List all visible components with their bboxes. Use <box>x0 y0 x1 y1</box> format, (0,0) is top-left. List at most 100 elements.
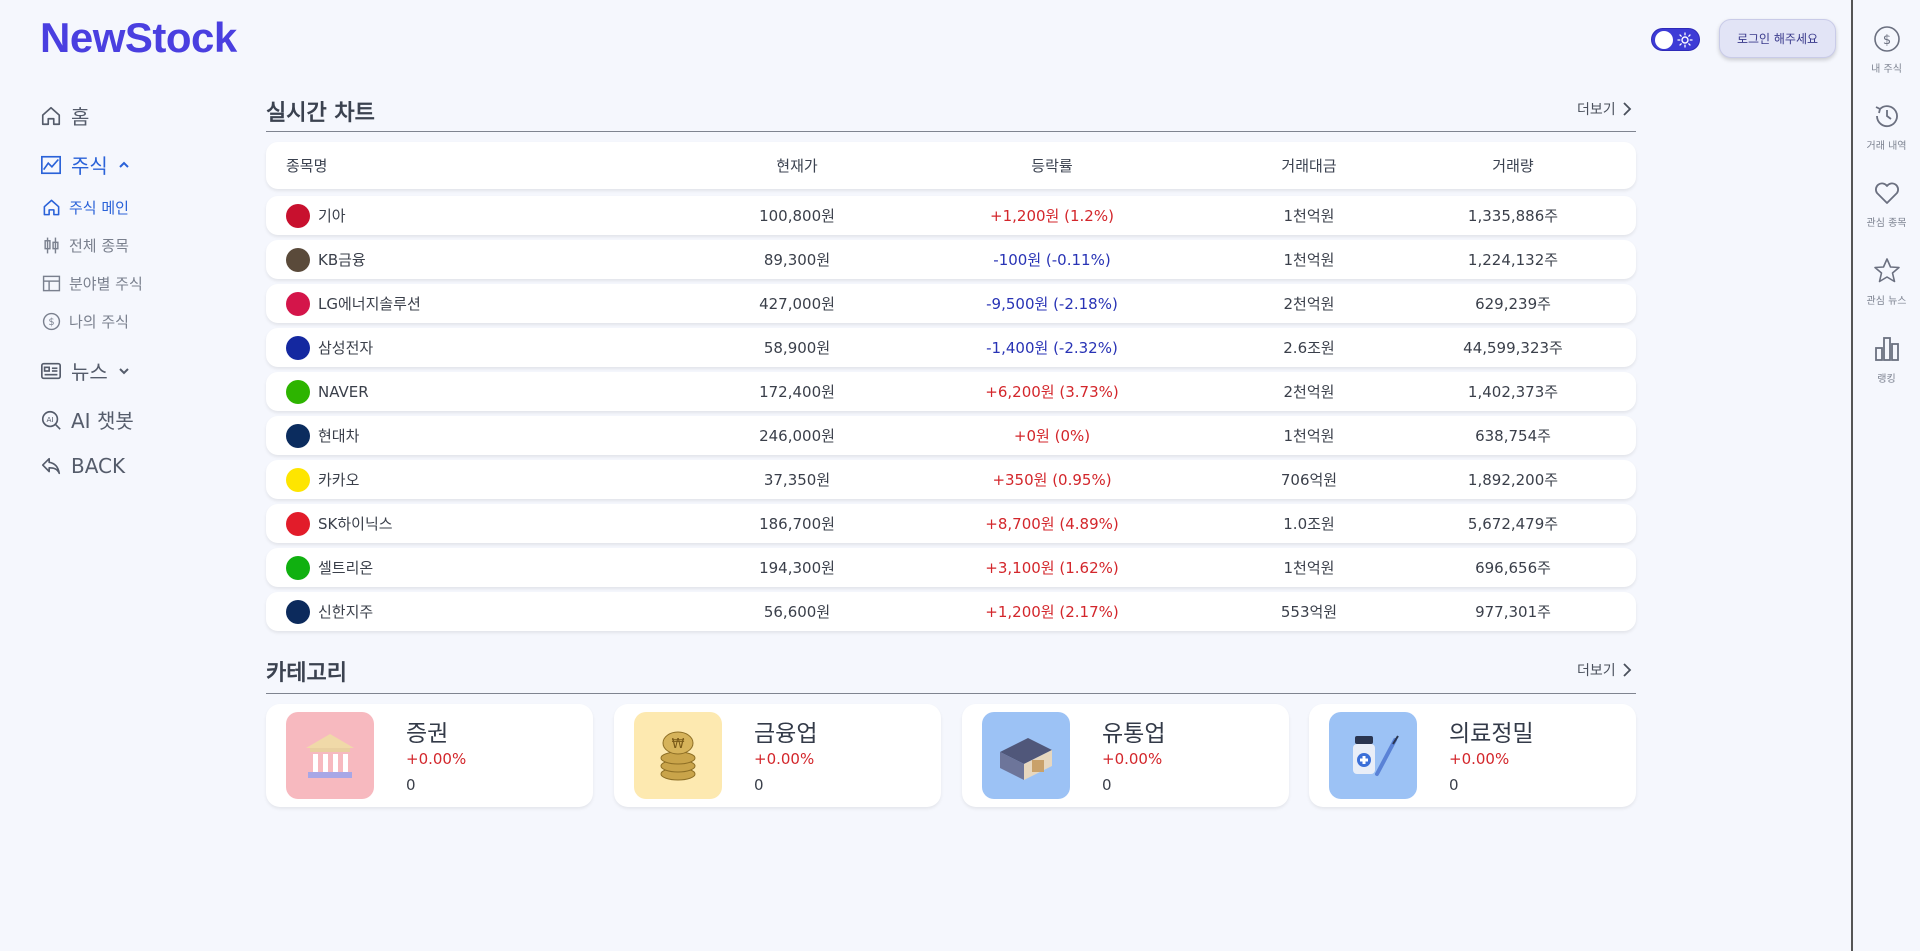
rail-watch-news-label: 관심 뉴스 <box>1866 296 1907 307</box>
sub-stock-main[interactable]: 주식 메인 <box>42 197 129 218</box>
rail-my-stocks[interactable]: $ 내 주식 <box>1853 24 1920 75</box>
table-header: 종목명 현재가 등락률 거래대금 거래량 <box>266 142 1636 189</box>
stock-change: +0원 (0%) <box>1013 427 1091 445</box>
table-row[interactable]: KB금융 89,300원 -100원 (-0.11%) 1천억원 1,224,132주 <box>266 240 1636 279</box>
stock-volume: 638,754주 <box>1475 427 1551 445</box>
col-name: 종목명 <box>286 157 328 175</box>
stock-name: NAVER <box>318 382 369 401</box>
stock-name: LG에너지솔루션 <box>318 295 421 313</box>
table-row[interactable]: 현대차 246,000원 +0원 (0%) 1천억원 638,754주 <box>266 416 1636 455</box>
table-row[interactable]: SK하이닉스 186,700원 +8,700원 (4.89%) 1.0조원 5,672,… <box>266 504 1636 543</box>
table-row[interactable]: 카카오 37,350원 +350원 (0.95%) 706억원 1,892,200주 <box>266 460 1636 499</box>
coins-icon: ₩ <box>634 712 722 799</box>
stock-change: -100원 (-0.11%) <box>993 251 1111 269</box>
chevron-right-icon <box>1623 102 1631 116</box>
stock-volume: 5,672,479주 <box>1467 515 1559 533</box>
chevron-up-icon <box>119 161 129 168</box>
nav-news[interactable]: 뉴스 <box>40 356 131 385</box>
table-row[interactable]: 기아 100,800원 +1,200원 (1.2%) 1천억원 1,335,886주 <box>266 196 1636 235</box>
stock-price: 100,800원 <box>759 207 835 225</box>
category-count: 0 <box>1102 776 1112 794</box>
category-card-distribution[interactable]: 유통업 +0.00% 0 <box>962 704 1289 807</box>
category-more-link[interactable]: 더보기 <box>1577 660 1632 680</box>
dollar-circle-icon: $ <box>42 312 61 331</box>
category-count: 0 <box>1449 776 1459 794</box>
nav-stock[interactable]: 주식 <box>40 150 131 179</box>
stock-change: +1,200원 (2.17%) <box>985 603 1119 621</box>
home-icon <box>41 106 61 125</box>
stock-logo-icon <box>286 555 310 580</box>
stock-change: +1,200원 (1.2%) <box>990 207 1114 225</box>
stock-volume: 44,599,323주 <box>1463 339 1563 357</box>
stock-amount: 1천억원 <box>1283 559 1335 577</box>
nav-ai-chatbot-label: AI 챗봇 <box>71 409 134 433</box>
stock-amount: 1.0조원 <box>1283 515 1335 533</box>
stock-name-cell: 신한지주 <box>286 599 373 624</box>
more-label: 더보기 <box>1577 663 1616 679</box>
rail-watch-news[interactable]: 관심 뉴스 <box>1853 256 1920 307</box>
nav-ai-chatbot[interactable]: AI AI 챗봇 <box>40 405 134 434</box>
realtime-more-link[interactable]: 더보기 <box>1577 99 1632 119</box>
category-card-medical[interactable]: 의료정밀 +0.00% 0 <box>1309 704 1636 807</box>
rail-watch-stocks-label: 관심 종목 <box>1866 218 1907 229</box>
stock-name: 현대차 <box>318 427 360 445</box>
chart-line-icon <box>41 155 61 174</box>
category-rate: +0.00% <box>406 750 467 768</box>
table-row[interactable]: LG에너지솔루션 427,000원 -9,500원 (-2.18%) 2천억원 629,… <box>266 284 1636 323</box>
stock-logo-icon <box>286 335 310 360</box>
nav-home[interactable]: 홈 <box>40 101 89 130</box>
category-card-finance[interactable]: ₩ 금융업 +0.00% 0 <box>614 704 941 807</box>
candlestick-icon <box>44 237 59 254</box>
bar-chart-icon <box>1874 337 1899 361</box>
table-row[interactable]: 신한지주 56,600원 +1,200원 (2.17%) 553억원 977,301주 <box>266 592 1636 631</box>
star-icon <box>1873 258 1900 283</box>
stock-logo-icon <box>286 379 310 404</box>
realtime-section-title: 실시간 차트 <box>266 101 375 126</box>
sub-sector-stocks-label: 분야별 주식 <box>69 275 143 293</box>
stock-amount: 706억원 <box>1280 471 1338 489</box>
stock-amount: 1천억원 <box>1283 251 1335 269</box>
stock-volume: 1,335,886주 <box>1467 207 1559 225</box>
login-button[interactable]: 로그인 해주세요 <box>1719 19 1836 58</box>
nav-news-label: 뉴스 <box>71 360 108 384</box>
stock-price: 58,900원 <box>763 339 831 357</box>
svg-text:$: $ <box>1882 33 1890 48</box>
nav-stock-label: 주식 <box>71 154 108 178</box>
svg-text:₩: ₩ <box>672 737 685 752</box>
stock-logo-icon <box>286 599 310 624</box>
stock-amount: 2천억원 <box>1283 295 1335 313</box>
rail-history[interactable]: 거래 내역 <box>1853 101 1920 152</box>
theme-toggle[interactable] <box>1651 28 1700 51</box>
stock-volume: 629,239주 <box>1475 295 1551 313</box>
stock-logo-icon <box>286 511 310 536</box>
stock-change: -1,400원 (-2.32%) <box>986 339 1118 357</box>
sub-my-stocks[interactable]: $ 나의 주식 <box>42 311 129 332</box>
category-card-securities[interactable]: 증권 +0.00% 0 <box>266 704 593 807</box>
category-count: 0 <box>754 776 764 794</box>
col-change: 등락률 <box>1031 157 1073 175</box>
rail-ranking-label: 랭킹 <box>1877 374 1896 385</box>
brand-logo[interactable]: NewStock <box>40 14 237 62</box>
toggle-knob <box>1655 31 1673 49</box>
sub-all-stocks-label: 전체 종목 <box>69 237 129 255</box>
stock-volume: 1,892,200주 <box>1467 471 1559 489</box>
category-count: 0 <box>406 776 416 794</box>
rail-ranking[interactable]: 랭킹 <box>1853 334 1920 385</box>
rail-watch-stocks[interactable]: 관심 종목 <box>1853 178 1920 229</box>
table-row[interactable]: 셀트리온 194,300원 +3,100원 (1.62%) 1천억원 696,656주 <box>266 548 1636 587</box>
stock-price: 89,300원 <box>763 251 831 269</box>
sub-all-stocks[interactable]: 전체 종목 <box>42 235 129 256</box>
category-rate: +0.00% <box>754 750 815 768</box>
table-row[interactable]: 삼성전자 58,900원 -1,400원 (-2.32%) 2.6조원 44,599,3… <box>266 328 1636 367</box>
category-rate: +0.00% <box>1102 750 1163 768</box>
svg-text:$: $ <box>48 317 54 328</box>
sub-sector-stocks[interactable]: 분야별 주식 <box>42 273 143 294</box>
stock-amount: 2천억원 <box>1283 383 1335 401</box>
right-rail: $ 내 주식 거래 내역 관심 종목 관심 뉴스 랭킹 <box>1851 0 1920 951</box>
table-row[interactable]: NAVER 172,400원 +6,200원 (3.73%) 2천억원 1,402,37… <box>266 372 1636 411</box>
stock-name-cell: 현대차 <box>286 423 360 448</box>
stock-name-cell: 셀트리온 <box>286 555 373 580</box>
svg-text:AI: AI <box>46 414 53 423</box>
stock-change: +350원 (0.95%) <box>992 471 1112 489</box>
nav-back[interactable]: BACK <box>40 454 125 478</box>
